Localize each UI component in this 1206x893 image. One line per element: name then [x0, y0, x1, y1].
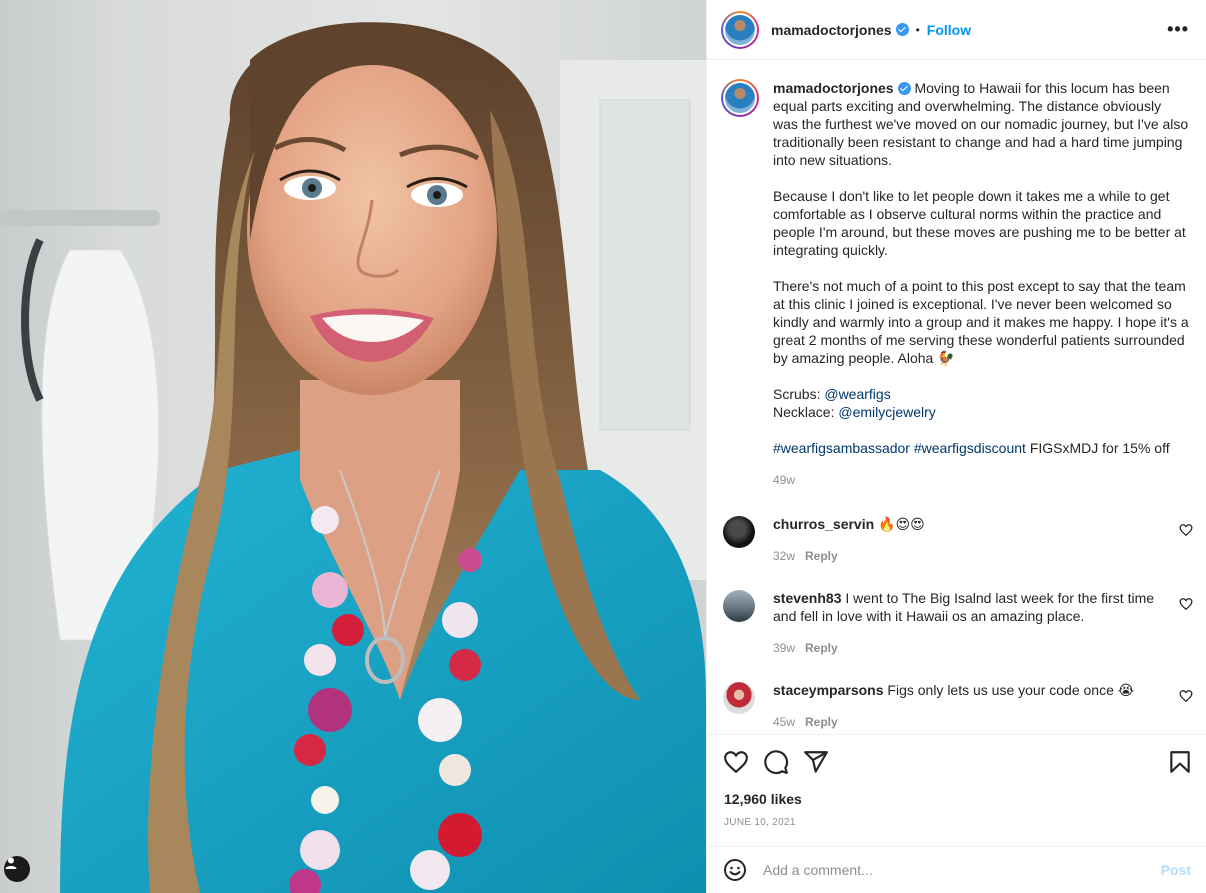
author-username[interactable]: mamadoctorjones: [771, 22, 892, 38]
add-comment-bar: Post: [707, 846, 1206, 893]
post-photo[interactable]: [0, 0, 706, 893]
comment-text: Figs only lets us use your code once 😭: [887, 682, 1135, 698]
commenter-avatar[interactable]: [723, 682, 755, 714]
comment-item: stevenh83 I went to The Big Isalnd last …: [723, 589, 1193, 657]
comment-item: churros_servin 🔥😍😍 32w Reply: [723, 515, 1193, 565]
necklace-label: Necklace:: [773, 404, 835, 420]
comment-timestamp[interactable]: 32w: [773, 549, 795, 563]
post-date[interactable]: JUNE 10, 2021: [724, 817, 796, 828]
share-icon[interactable]: [803, 749, 829, 775]
commenter-username[interactable]: stevenh83: [773, 590, 841, 606]
comments-scroll-area[interactable]: mamadoctorjones Moving to Hawaii for thi…: [707, 61, 1206, 734]
reply-button[interactable]: Reply: [805, 715, 838, 729]
caption-timestamp[interactable]: 49w: [773, 471, 1189, 489]
comment-icon[interactable]: [763, 749, 789, 775]
reply-button[interactable]: Reply: [805, 549, 838, 563]
caption-username[interactable]: mamadoctorjones: [773, 80, 894, 96]
caption-paragraph-1: mamadoctorjones Moving to Hawaii for thi…: [773, 79, 1189, 169]
mention-wearfigs[interactable]: @wearfigs: [824, 386, 890, 402]
reply-button[interactable]: Reply: [805, 641, 838, 655]
caption-avatar[interactable]: [721, 79, 759, 117]
hashtag-wearfigsdiscount[interactable]: #wearfigsdiscount: [914, 440, 1026, 456]
comment-item: staceymparsons Figs only lets us use you…: [723, 681, 1193, 731]
user-tag-icon[interactable]: [4, 856, 30, 882]
caption-paragraph-2: Because I don't like to let people down …: [773, 188, 1186, 258]
post-comment-button[interactable]: Post: [1161, 862, 1191, 878]
caption-credits: Scrubs: @wearfigs Necklace: @emilycjewel…: [773, 385, 1189, 421]
comment-like-heart-icon[interactable]: [1179, 689, 1193, 703]
hashtag-wearfigsambassador[interactable]: #wearfigsambassador: [773, 440, 910, 456]
comment-like-heart-icon[interactable]: [1179, 523, 1193, 537]
follow-button[interactable]: Follow: [927, 22, 971, 38]
commenter-avatar[interactable]: [723, 516, 755, 548]
comment-input[interactable]: [763, 862, 1133, 878]
comment-like-heart-icon[interactable]: [1179, 597, 1193, 611]
heart-icon[interactable]: [723, 749, 749, 775]
emoji-icon[interactable]: [723, 858, 747, 882]
verified-badge-icon: [897, 82, 911, 95]
scrubs-label: Scrubs:: [773, 386, 821, 402]
verified-badge-icon: [895, 23, 909, 36]
commenter-avatar[interactable]: [723, 590, 755, 622]
comment-text: 🔥😍😍: [878, 516, 925, 532]
comment-timestamp[interactable]: 45w: [773, 715, 795, 729]
bookmark-icon[interactable]: [1167, 749, 1193, 775]
post-actions: 12,960 likes JUNE 10, 2021: [707, 734, 1206, 846]
post-caption: mamadoctorjones Moving to Hawaii for thi…: [721, 79, 1193, 489]
like-count[interactable]: 12,960 likes: [724, 791, 802, 807]
mention-emilycjewelry[interactable]: @emilycjewelry: [838, 404, 935, 420]
discount-code-text: FIGSxMDJ for 15% off: [1029, 440, 1170, 456]
post-photo-illustration: [0, 22, 706, 893]
caption-paragraph-3: There's not much of a point to this post…: [773, 278, 1189, 366]
post-details-panel: mamadoctorjones • Follow ••• mamadoctorj…: [706, 0, 1206, 893]
author-avatar[interactable]: [721, 10, 759, 49]
commenter-username[interactable]: staceymparsons: [773, 682, 884, 698]
separator-dot: •: [915, 22, 920, 37]
comment-timestamp[interactable]: 39w: [773, 641, 795, 655]
caption-hashtags: #wearfigsambassador #wearfigsdiscount FI…: [773, 439, 1189, 457]
commenter-username[interactable]: churros_servin: [773, 516, 874, 532]
more-options-icon[interactable]: •••: [1167, 20, 1189, 38]
post-header: mamadoctorjones • Follow •••: [707, 0, 1206, 60]
